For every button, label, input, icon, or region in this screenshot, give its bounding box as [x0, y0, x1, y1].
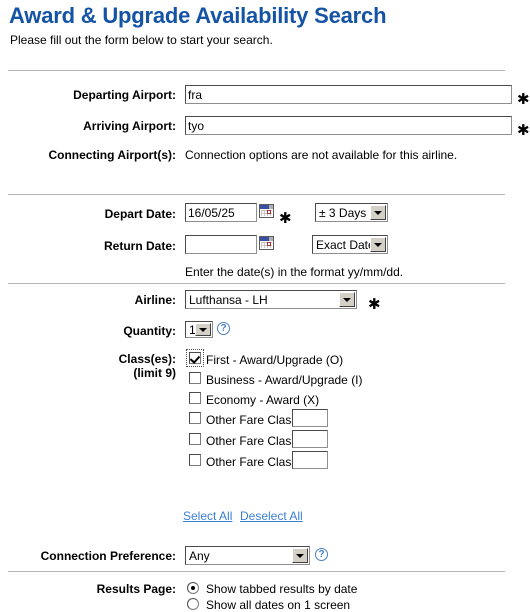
class-label-first: First - Award/Upgrade (O) [206, 353, 344, 367]
depart-date-range-select[interactable]: ± 3 Days [315, 203, 388, 222]
class-label-other-1: Other Fare Class: [206, 413, 301, 427]
section-divider-results [8, 571, 505, 572]
chevron-down-icon[interactable] [292, 548, 308, 563]
depart-date-input[interactable] [185, 203, 257, 222]
depart-date-label: Depart Date: [104, 207, 176, 221]
connection-preference-select[interactable]: Any [185, 546, 310, 565]
calendar-icon-today-marker [267, 210, 271, 214]
class-checkbox-other-1[interactable] [189, 412, 201, 424]
calendar-icon[interactable] [259, 236, 274, 250]
arriving-airport-required-mark: ✱ [517, 122, 530, 139]
results-page-radio-all-dates[interactable] [187, 598, 199, 610]
depart-date-range-value: ± 3 Days [319, 205, 367, 220]
connection-preference-label: Connection Preference: [40, 549, 176, 563]
date-format-hint: Enter the date(s) in the format yy/mm/dd… [185, 265, 404, 279]
depart-date-required-mark: ✱ [279, 210, 292, 227]
section-divider-airline [8, 283, 505, 284]
airline-select[interactable]: Lufthansa - LH [185, 290, 357, 309]
deselect-all-link[interactable]: Deselect All [240, 509, 303, 523]
calendar-icon-header [260, 237, 273, 241]
class-label-economy: Economy - Award (X) [206, 393, 320, 407]
airline-selected-value: Lufthansa - LH [189, 292, 268, 307]
calendar-icon-header [260, 205, 273, 209]
page-title: Award & Upgrade Availability Search [9, 3, 387, 28]
connection-preference-value: Any [189, 548, 210, 563]
return-date-range-select[interactable]: Exact Date [312, 235, 388, 254]
class-label-other-3: Other Fare Class: [206, 455, 301, 469]
classes-label: Class(es): [118, 352, 176, 366]
class-other-input-2[interactable] [292, 430, 328, 448]
class-label-business: Business - Award/Upgrade (I) [206, 373, 363, 387]
section-divider-dates [8, 194, 505, 195]
departing-airport-required-mark: ✱ [517, 91, 530, 108]
return-date-input[interactable] [185, 235, 257, 254]
classes-limit-label: (limit 9) [133, 366, 176, 380]
results-page-radio-tabbed[interactable] [187, 582, 199, 594]
class-checkbox-economy[interactable] [189, 392, 201, 404]
class-checkbox-other-3[interactable] [189, 454, 201, 466]
chevron-down-icon[interactable] [370, 237, 386, 252]
class-checkbox-first[interactable] [189, 352, 201, 364]
departing-airport-label: Departing Airport: [73, 88, 176, 102]
quantity-select[interactable]: 1 [185, 321, 213, 338]
class-checkbox-business[interactable] [189, 372, 201, 384]
class-checkbox-other-2[interactable] [189, 433, 201, 445]
select-all-link[interactable]: Select All [183, 509, 232, 523]
results-page-option-tabbed-label: Show tabbed results by date [206, 582, 358, 596]
chevron-down-icon[interactable] [339, 292, 355, 307]
arriving-airport-label: Arriving Airport: [83, 119, 176, 133]
award-upgrade-search-form: Award & Upgrade Availability Search Plea… [0, 0, 530, 612]
return-date-label: Return Date: [103, 239, 176, 253]
airline-label: Airline: [134, 293, 176, 307]
connecting-airports-label: Connecting Airport(s): [48, 148, 176, 162]
class-other-input-1[interactable] [292, 409, 328, 427]
class-other-input-3[interactable] [292, 451, 328, 469]
quantity-label: Quantity: [123, 324, 176, 338]
chevron-down-icon[interactable] [195, 323, 211, 336]
calendar-icon[interactable] [259, 204, 274, 218]
calendar-icon-today-marker [267, 242, 271, 246]
departing-airport-input[interactable] [185, 85, 512, 104]
help-icon[interactable]: ? [315, 548, 328, 561]
airline-required-mark: ✱ [368, 296, 381, 313]
results-page-option-all-dates-label: Show all dates on 1 screen [206, 598, 351, 612]
class-label-other-2: Other Fare Class: [206, 434, 301, 448]
section-divider-top [8, 70, 505, 71]
page-subtitle: Please fill out the form below to start … [10, 33, 273, 47]
help-icon[interactable]: ? [217, 322, 230, 335]
connecting-airports-note: Connection options are not available for… [185, 148, 458, 162]
arriving-airport-input[interactable] [185, 116, 512, 135]
chevron-down-icon[interactable] [370, 205, 386, 220]
return-date-range-value: Exact Date [316, 237, 375, 252]
results-page-label: Results Page: [96, 582, 176, 596]
